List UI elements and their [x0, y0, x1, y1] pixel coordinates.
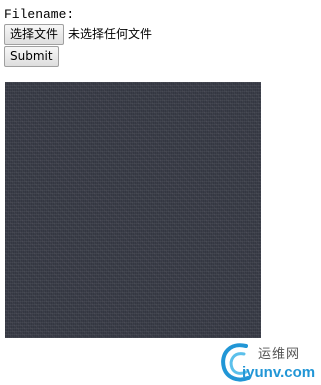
submit-button[interactable]: Submit [4, 46, 59, 67]
watermark-cn-text: 运维网 [258, 347, 301, 362]
choose-file-button[interactable]: 选择文件 [4, 24, 65, 45]
file-input[interactable]: 选择文件 未选择任何文件 [4, 24, 152, 45]
file-status-text: 未选择任何文件 [68, 27, 153, 41]
watermark: 运维网 iyunv.com [216, 338, 320, 384]
filename-label: Filename: [4, 7, 75, 22]
uploaded-image [5, 82, 261, 338]
watermark-en-text: iyunv.com [242, 364, 316, 381]
